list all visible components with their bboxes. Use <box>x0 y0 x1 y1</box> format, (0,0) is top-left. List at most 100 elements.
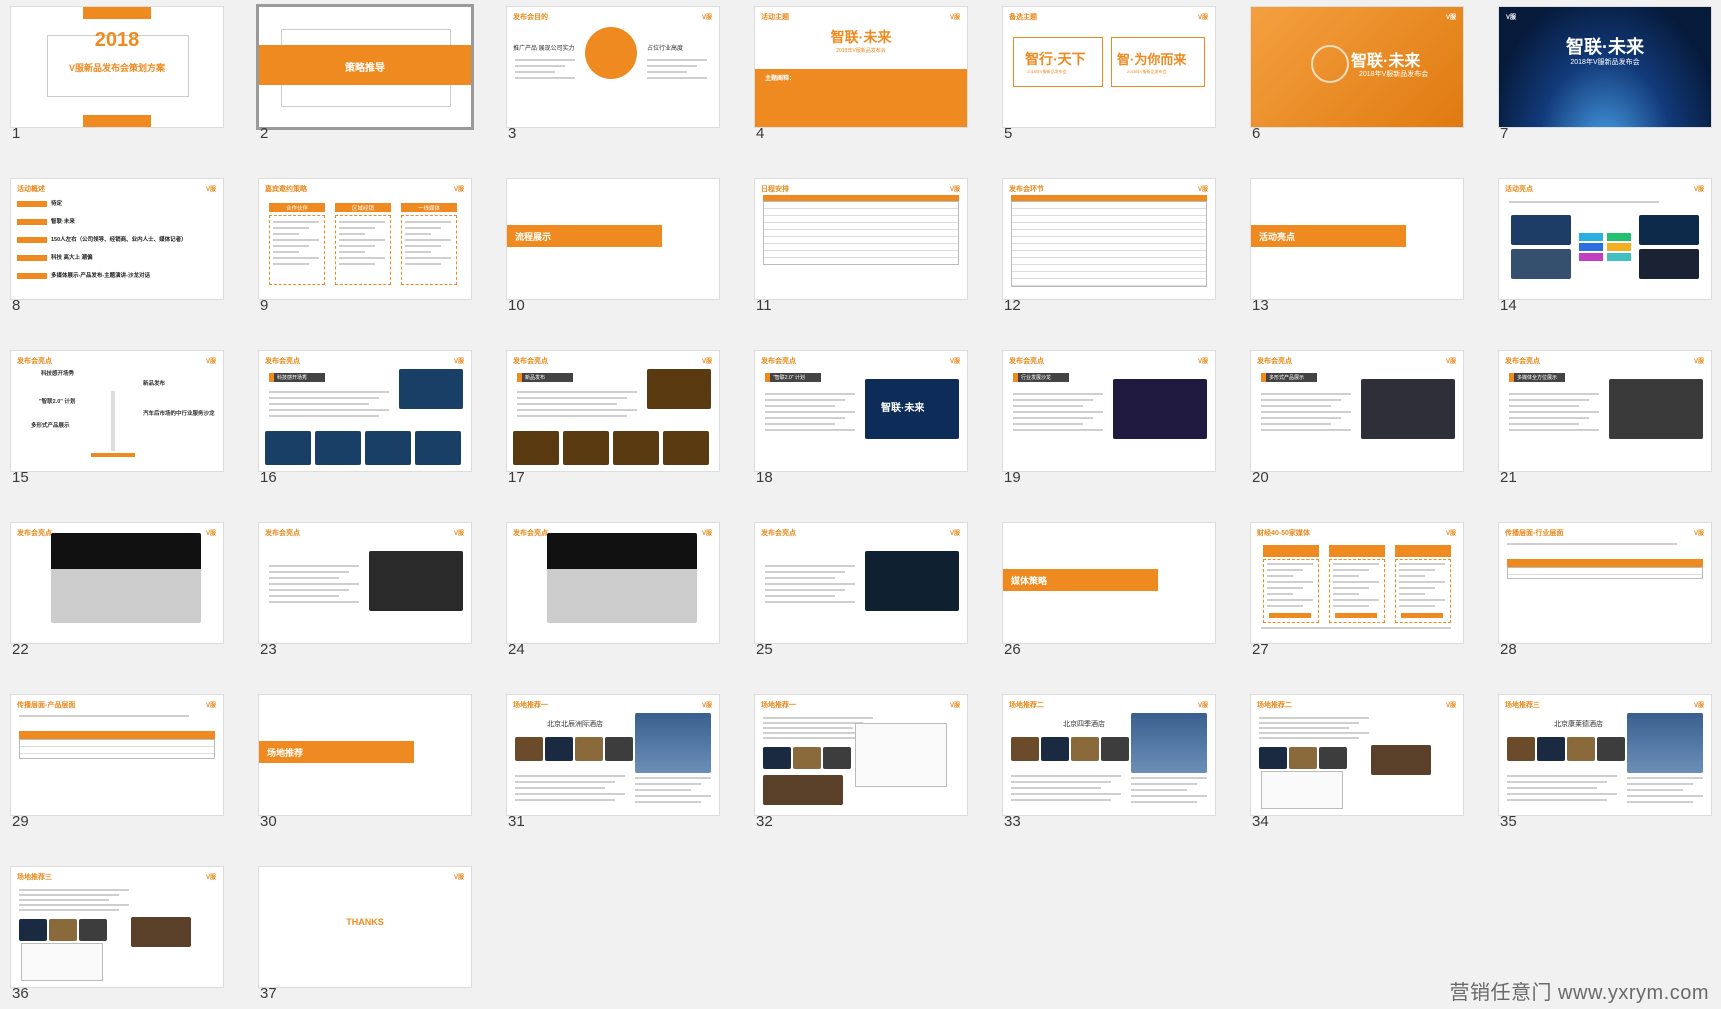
slide-header: 发布会亮点 <box>513 358 548 365</box>
column-header: 一线媒体 <box>417 206 440 212</box>
text-line <box>269 589 349 591</box>
slide-header: 发布会目的 <box>513 14 548 21</box>
slide-17[interactable]: 发布会亮点 V服 新品发布 <box>507 351 719 471</box>
slide-28[interactable]: 传播层面-行业层面 V服 <box>1499 523 1711 643</box>
slide-18[interactable]: 发布会亮点 V服 "智联2.0" 计划 智联·未来 <box>755 351 967 471</box>
slide-3[interactable]: 发布会目的 V服 推广产品 展现公司实力 占位行业高度 <box>507 7 719 127</box>
text-line <box>515 799 615 801</box>
text-line <box>273 251 299 253</box>
slide-34[interactable]: 场地推荐二 V服 <box>1251 695 1463 815</box>
slide-30[interactable]: 场地推荐 <box>259 695 471 815</box>
slide-8[interactable]: 活动概述 V服 待定 智联·未来 150人左右（公司领导、经销商、业内人士、媒体记者） 科… <box>11 179 223 299</box>
slide-subtitle: 2018年V服新品发布会 <box>1570 59 1640 66</box>
slide-thumbnail-cell: 策略推导 2 <box>248 0 471 147</box>
slide-thumbnail-cell: 发布会亮点 V服 24 <box>496 516 719 663</box>
slide-7[interactable]: V服 智联·未来 2018年V服新品发布会 <box>1499 7 1711 127</box>
slide-number: 4 <box>756 125 765 142</box>
logo-mark: V服 <box>701 15 712 21</box>
slide-thumbnail-cell: 日程安排 V服 11 <box>744 172 967 319</box>
slide-number: 1 <box>12 125 21 142</box>
slide-header: 发布会亮点 <box>265 530 300 537</box>
slide-16[interactable]: 发布会亮点 V服 科技感开场秀 <box>259 351 471 471</box>
venue-photo <box>19 919 47 941</box>
slide-15[interactable]: 发布会亮点 V服 科技感开场秀 新品发布 "智联2.0" 计划 汽车后市场的中行业服务沙龙… <box>11 351 223 471</box>
text-line <box>763 717 873 719</box>
slide-header: 场地推荐三 <box>1505 702 1540 709</box>
logo-mark: V服 <box>205 359 216 365</box>
slide-24[interactable]: 发布会亮点 V服 <box>507 523 719 643</box>
text-line <box>763 722 863 724</box>
slide-number: 37 <box>260 985 277 1002</box>
slide-4[interactable]: 活动主题 V服 智联·未来 2018年V服新品发布会 主题阐释： <box>755 7 967 127</box>
slide-31[interactable]: 场地推荐一 V服 北京北辰洲际酒店 <box>507 695 719 815</box>
goal-left: 推广产品 展现公司实力 <box>513 46 575 52</box>
slide-37[interactable]: V服 THANKS <box>259 867 471 987</box>
feature-photo <box>647 369 711 409</box>
text-line <box>1509 417 1589 419</box>
slide-6[interactable]: V服 智联·未来 2018年V服新品发布会 <box>1251 7 1463 127</box>
slide-number: 11 <box>756 297 772 314</box>
slide-2[interactable]: 策略推导 <box>259 7 471 127</box>
venue-photo <box>131 917 191 947</box>
text-line <box>269 391 389 393</box>
row-label-bar <box>17 273 47 279</box>
text-line <box>1261 399 1341 401</box>
slide-number: 3 <box>508 125 517 142</box>
text-line <box>1507 775 1617 777</box>
color-tile <box>1579 243 1603 251</box>
text-line <box>517 415 627 417</box>
logo-mark: V服 <box>1197 187 1208 193</box>
logo-mark: V服 <box>205 703 216 709</box>
column-footer <box>1401 613 1443 618</box>
venue-photo <box>545 737 573 761</box>
slide-10[interactable]: 流程展示 <box>507 179 719 299</box>
slide-11[interactable]: 日程安排 V服 <box>755 179 967 299</box>
slide-32[interactable]: 场地推荐一 V服 <box>755 695 967 815</box>
slide-21[interactable]: 发布会亮点 V服 多媒体全方位展示 <box>1499 351 1711 471</box>
slide-33[interactable]: 场地推荐二 V服 北京四季酒店 <box>1003 695 1215 815</box>
slide-14[interactable]: 活动亮点 V服 <box>1499 179 1711 299</box>
text-line <box>19 899 109 901</box>
slide-26[interactable]: 媒体策略 <box>1003 523 1215 643</box>
slide-title: 场地推荐 <box>267 748 304 758</box>
color-tile <box>1607 233 1631 241</box>
slide-35[interactable]: 场地推荐三 V服 北京康莱德酒店 <box>1499 695 1711 815</box>
text-line <box>273 239 319 241</box>
text-line <box>1013 405 1083 407</box>
venue-photo <box>1567 737 1595 761</box>
slide-title: 媒体策略 <box>1011 576 1048 586</box>
slide-20[interactable]: 发布会亮点 V服 多形式产品展示 <box>1251 351 1463 471</box>
slide-5[interactable]: 备选主题 V服 智行·天下 智·为你而来 2018年V服新品发布会 2018年V服新品发布… <box>1003 7 1215 127</box>
slide-23[interactable]: 发布会亮点 V服 <box>259 523 471 643</box>
feature-photo <box>365 431 411 465</box>
slide-25[interactable]: 发布会亮点 V服 <box>755 523 967 643</box>
venue-photo <box>823 747 851 769</box>
slide-subtitle: V服新品发布会策划方案 <box>68 63 165 73</box>
text-line <box>1509 201 1659 203</box>
slide-22[interactable]: 发布会亮点 V服 <box>11 523 223 643</box>
text-line <box>765 417 845 419</box>
slide-27[interactable]: 财经40-50家媒体 V服 <box>1251 523 1463 643</box>
slide-1[interactable]: 2018 V服新品发布会策划方案 <box>11 7 223 127</box>
slide-19[interactable]: 发布会亮点 V服 行业发展沙龙 <box>1003 351 1215 471</box>
slide-9[interactable]: 嘉宾邀约策略 V服 合作伙伴 区域经销 一线媒体 <box>259 179 471 299</box>
venue-photo <box>763 775 843 805</box>
tag-accent <box>517 373 522 382</box>
slide-12[interactable]: 发布会环节 V服 <box>1003 179 1215 299</box>
text-line <box>19 909 119 911</box>
text-line <box>1509 423 1579 425</box>
slide-29[interactable]: 传播层面-产品层面 V服 <box>11 695 223 815</box>
column-footer <box>1269 613 1311 618</box>
slide-header: 场地推荐一 <box>761 702 796 709</box>
slide-36[interactable]: 场地推荐三 V服 <box>11 867 223 987</box>
slide-number: 6 <box>1252 125 1261 142</box>
text-line <box>1259 717 1369 719</box>
slide-13[interactable]: 活动亮点 <box>1251 179 1463 299</box>
text-line <box>269 571 349 573</box>
text-line <box>515 775 625 777</box>
schedule-table <box>763 201 959 265</box>
text-line <box>269 403 369 405</box>
text-line <box>1261 411 1351 413</box>
accent-bar <box>83 115 151 127</box>
feature-photo <box>399 369 463 409</box>
